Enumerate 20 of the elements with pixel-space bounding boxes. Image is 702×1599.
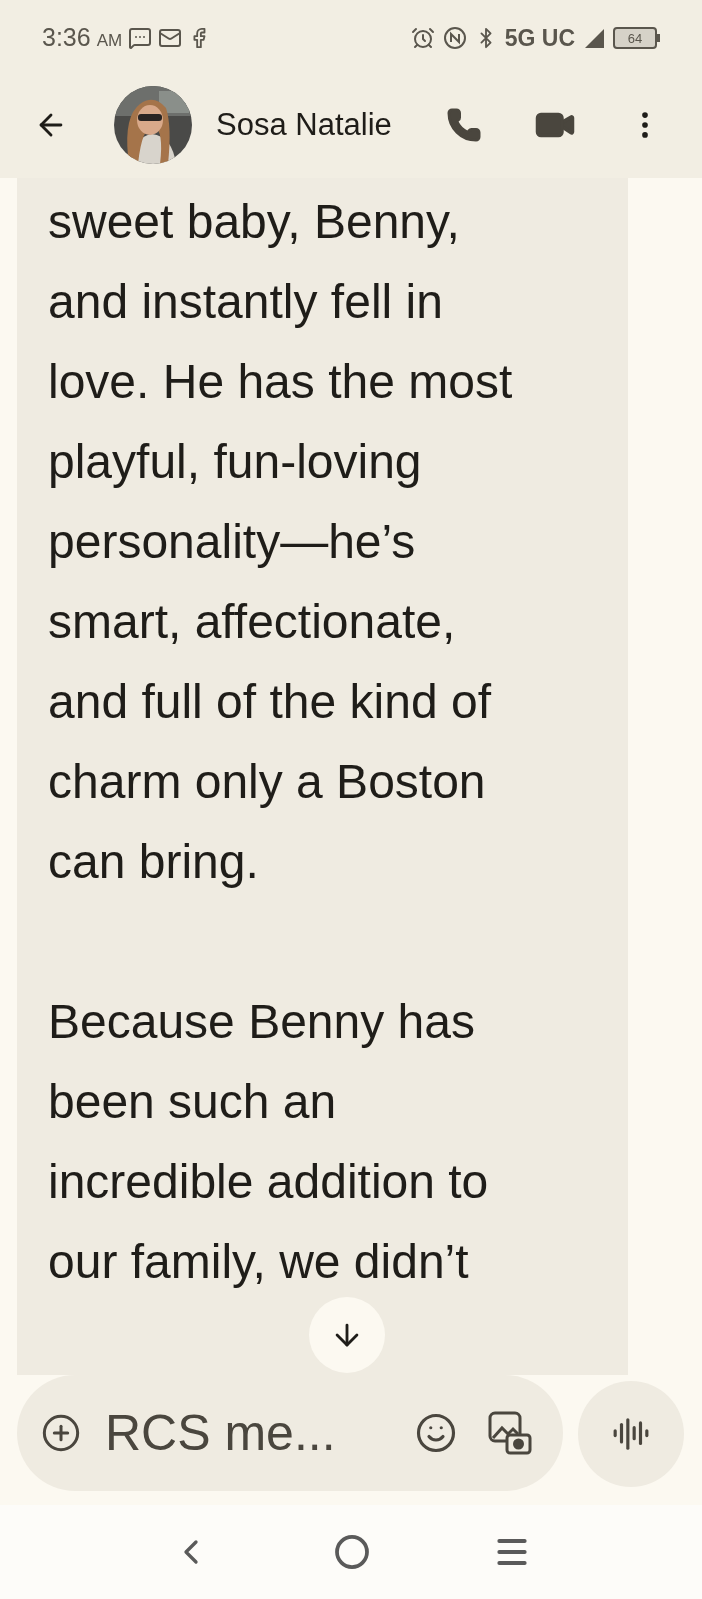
alarm-icon [410,26,435,50]
clock-time: 3:36 [42,22,91,54]
chat-notification-icon [128,26,153,50]
gallery-icon[interactable] [487,1410,533,1456]
contact-name[interactable]: Sosa Natalie [216,101,392,149]
mail-notification-icon [158,26,183,50]
add-icon[interactable] [41,1413,81,1453]
nfc-icon [442,26,467,50]
nav-home-button[interactable] [334,1534,370,1570]
clock-meridiem: AM [96,29,123,52]
emoji-icon[interactable] [415,1412,457,1454]
network-type: 5G UC [504,23,575,53]
message-text: Because Benny has been such an incredible addition to our family, we didn’t [48,994,489,1290]
signal-icon [583,27,605,49]
message-field[interactable]: RCS me... [105,1395,345,1471]
message-input[interactable]: RCS me... [17,1375,563,1491]
message-text: sweet baby, Benny, and instantly fell in love. He has the most playful, fun-loving personality—he’s smart, affectionate, and full of the kind of charm only a Boston can bring. [48,194,513,890]
phone-icon[interactable] [446,107,482,143]
battery-level: 64 [627,31,643,45]
sound-wave-icon [612,1415,650,1453]
